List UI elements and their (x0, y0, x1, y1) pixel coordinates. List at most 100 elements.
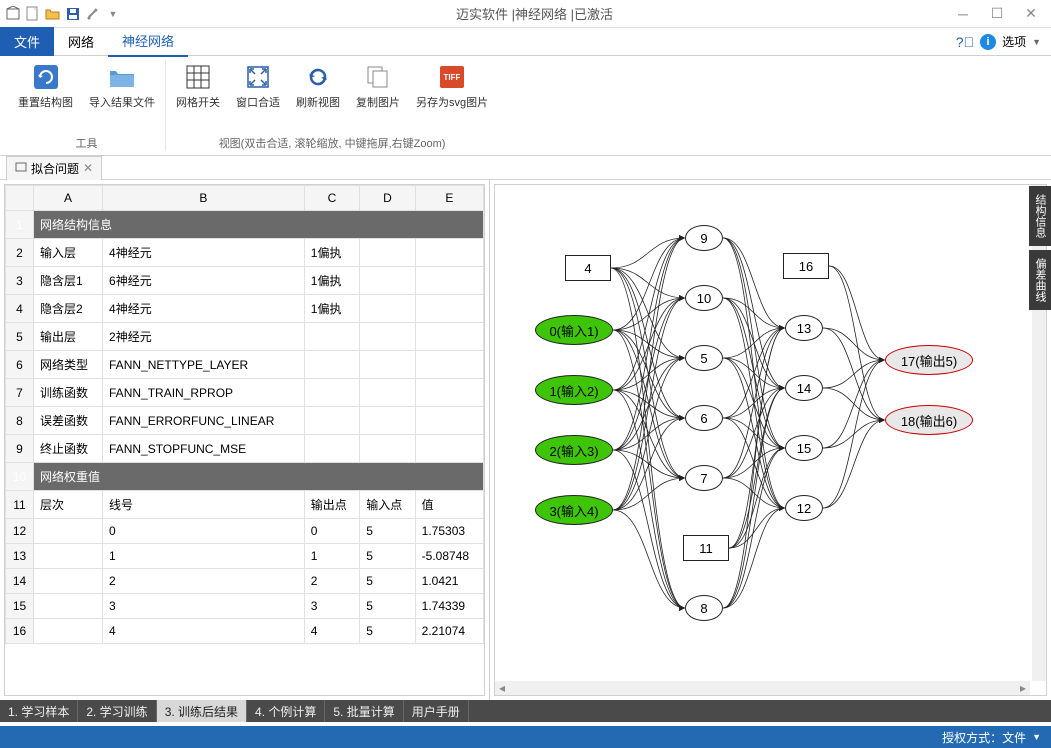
cell[interactable] (415, 267, 483, 295)
data-grid[interactable]: ABCDE 1网络结构信息2输入层4神经元1偏执3 隐含层16神经元1偏执4 隐… (4, 184, 485, 696)
cell[interactable]: 4 (103, 619, 305, 644)
row-header[interactable]: 13 (6, 544, 34, 569)
cell[interactable]: 3 (103, 594, 305, 619)
cell[interactable]: 1 (304, 544, 359, 569)
options-dropdown-icon[interactable]: ▼ (1032, 37, 1041, 47)
row-header[interactable]: 10 (6, 463, 34, 491)
row-header[interactable]: 11 (6, 491, 34, 519)
cell[interactable]: 输入点 (360, 491, 415, 519)
info-icon[interactable]: i (980, 34, 996, 50)
row-header[interactable]: 15 (6, 594, 34, 619)
table-row[interactable]: 6网络类型FANN_NETTYPE_LAYER (6, 351, 484, 379)
col-header[interactable]: B (103, 186, 305, 211)
cell[interactable]: 终止函数 (34, 435, 103, 463)
cell[interactable]: 输出层 (34, 323, 103, 351)
cell[interactable] (415, 239, 483, 267)
row-header[interactable]: 5 (6, 323, 34, 351)
save-icon[interactable] (64, 5, 82, 23)
save-svg-button[interactable]: TIFF 另存为svg图片 (412, 60, 492, 112)
cell[interactable]: 3 (304, 594, 359, 619)
tab-neural-network[interactable]: 神经网络 (108, 26, 188, 57)
cell[interactable] (34, 594, 103, 619)
cell[interactable] (360, 267, 415, 295)
col-header[interactable]: D (360, 186, 415, 211)
side-tab-bias[interactable]: 偏差曲线 (1029, 250, 1051, 310)
options-link[interactable]: 选项 (1002, 33, 1026, 50)
row-header[interactable]: 16 (6, 619, 34, 644)
cell[interactable]: 5 (360, 519, 415, 544)
status-dropdown-icon[interactable]: ▼ (1032, 732, 1041, 742)
cell[interactable]: 1偏执 (304, 267, 359, 295)
settings-icon[interactable] (84, 5, 102, 23)
table-row[interactable]: 142251.0421 (6, 569, 484, 594)
cell[interactable] (34, 619, 103, 644)
cell[interactable] (304, 351, 359, 379)
cell[interactable]: 输入层 (34, 239, 103, 267)
cell[interactable] (304, 379, 359, 407)
cell[interactable] (34, 519, 103, 544)
cell[interactable]: 6神经元 (103, 267, 305, 295)
table-row[interactable]: 2输入层4神经元1偏执 (6, 239, 484, 267)
cell[interactable]: -5.08748 (415, 544, 483, 569)
tab-network[interactable]: 网络 (54, 27, 108, 56)
cell[interactable]: 误差函数 (34, 407, 103, 435)
cell[interactable]: 训练函数 (34, 379, 103, 407)
table-row[interactable]: 11层次线号输出点输入点值 (6, 491, 484, 519)
row-header[interactable]: 12 (6, 519, 34, 544)
cell[interactable]: 线号 (103, 491, 305, 519)
cell[interactable]: 5 (360, 619, 415, 644)
table-row[interactable]: 153351.74339 (6, 594, 484, 619)
diagram-pane[interactable]: 0(输入1)1(输入2)2(输入3)3(输入4)4910567811131415… (494, 184, 1047, 696)
minimize-button[interactable]: ─ (947, 3, 979, 25)
close-button[interactable]: ✕ (1015, 3, 1047, 25)
row-header[interactable]: 3 (6, 267, 34, 295)
row-header[interactable]: 8 (6, 407, 34, 435)
horizontal-scrollbar[interactable]: ◂▸ (495, 681, 1030, 695)
qat-dropdown-icon[interactable]: ▼ (104, 5, 122, 23)
cell[interactable] (415, 351, 483, 379)
col-header[interactable]: E (415, 186, 483, 211)
cell[interactable]: 1.74339 (415, 594, 483, 619)
cell[interactable]: 5 (360, 594, 415, 619)
cell[interactable]: 2 (304, 569, 359, 594)
cell[interactable]: FANN_ERRORFUNC_LINEAR (103, 407, 305, 435)
table-row[interactable]: 13115-5.08748 (6, 544, 484, 569)
open-icon[interactable] (44, 5, 62, 23)
row-header[interactable]: 6 (6, 351, 34, 379)
table-row[interactable]: 10网络权重值 (6, 463, 484, 491)
table-row[interactable]: 9终止函数FANN_STOPFUNC_MSE (6, 435, 484, 463)
bottom-tab-1[interactable]: 2. 学习训练 (78, 700, 156, 722)
cell[interactable]: FANN_NETTYPE_LAYER (103, 351, 305, 379)
cell[interactable] (360, 351, 415, 379)
cell[interactable]: 4神经元 (103, 295, 305, 323)
cell[interactable]: 0 (103, 519, 305, 544)
cell[interactable]: 1.75303 (415, 519, 483, 544)
cell[interactable] (415, 407, 483, 435)
cell[interactable] (34, 544, 103, 569)
cell[interactable] (415, 379, 483, 407)
table-row[interactable]: 5输出层2神经元 (6, 323, 484, 351)
close-tab-icon[interactable]: ✕ (83, 161, 93, 175)
cell[interactable]: 层次 (34, 491, 103, 519)
cell[interactable] (360, 407, 415, 435)
cell[interactable] (304, 407, 359, 435)
table-row[interactable]: 8误差函数FANN_ERRORFUNC_LINEAR (6, 407, 484, 435)
cell[interactable] (360, 323, 415, 351)
row-header[interactable]: 7 (6, 379, 34, 407)
help-icon[interactable]: ?⃝ (956, 34, 974, 50)
cell[interactable] (360, 295, 415, 323)
cell[interactable]: 2神经元 (103, 323, 305, 351)
row-header[interactable]: 1 (6, 211, 34, 239)
bottom-tab-4[interactable]: 5. 批量计算 (325, 700, 403, 722)
cell[interactable]: 隐含层2 (34, 295, 103, 323)
cell[interactable] (304, 323, 359, 351)
cell[interactable]: 4 (304, 619, 359, 644)
cell[interactable]: 1偏执 (304, 295, 359, 323)
cell[interactable]: 5 (360, 569, 415, 594)
table-row[interactable]: 7训练函数FANN_TRAIN_RPROP (6, 379, 484, 407)
table-row[interactable]: 164452.21074 (6, 619, 484, 644)
side-tab-struct[interactable]: 结构信息 (1029, 186, 1051, 246)
window-fit-button[interactable]: 窗口合适 (232, 60, 284, 112)
cell[interactable] (360, 435, 415, 463)
col-header[interactable]: A (34, 186, 103, 211)
